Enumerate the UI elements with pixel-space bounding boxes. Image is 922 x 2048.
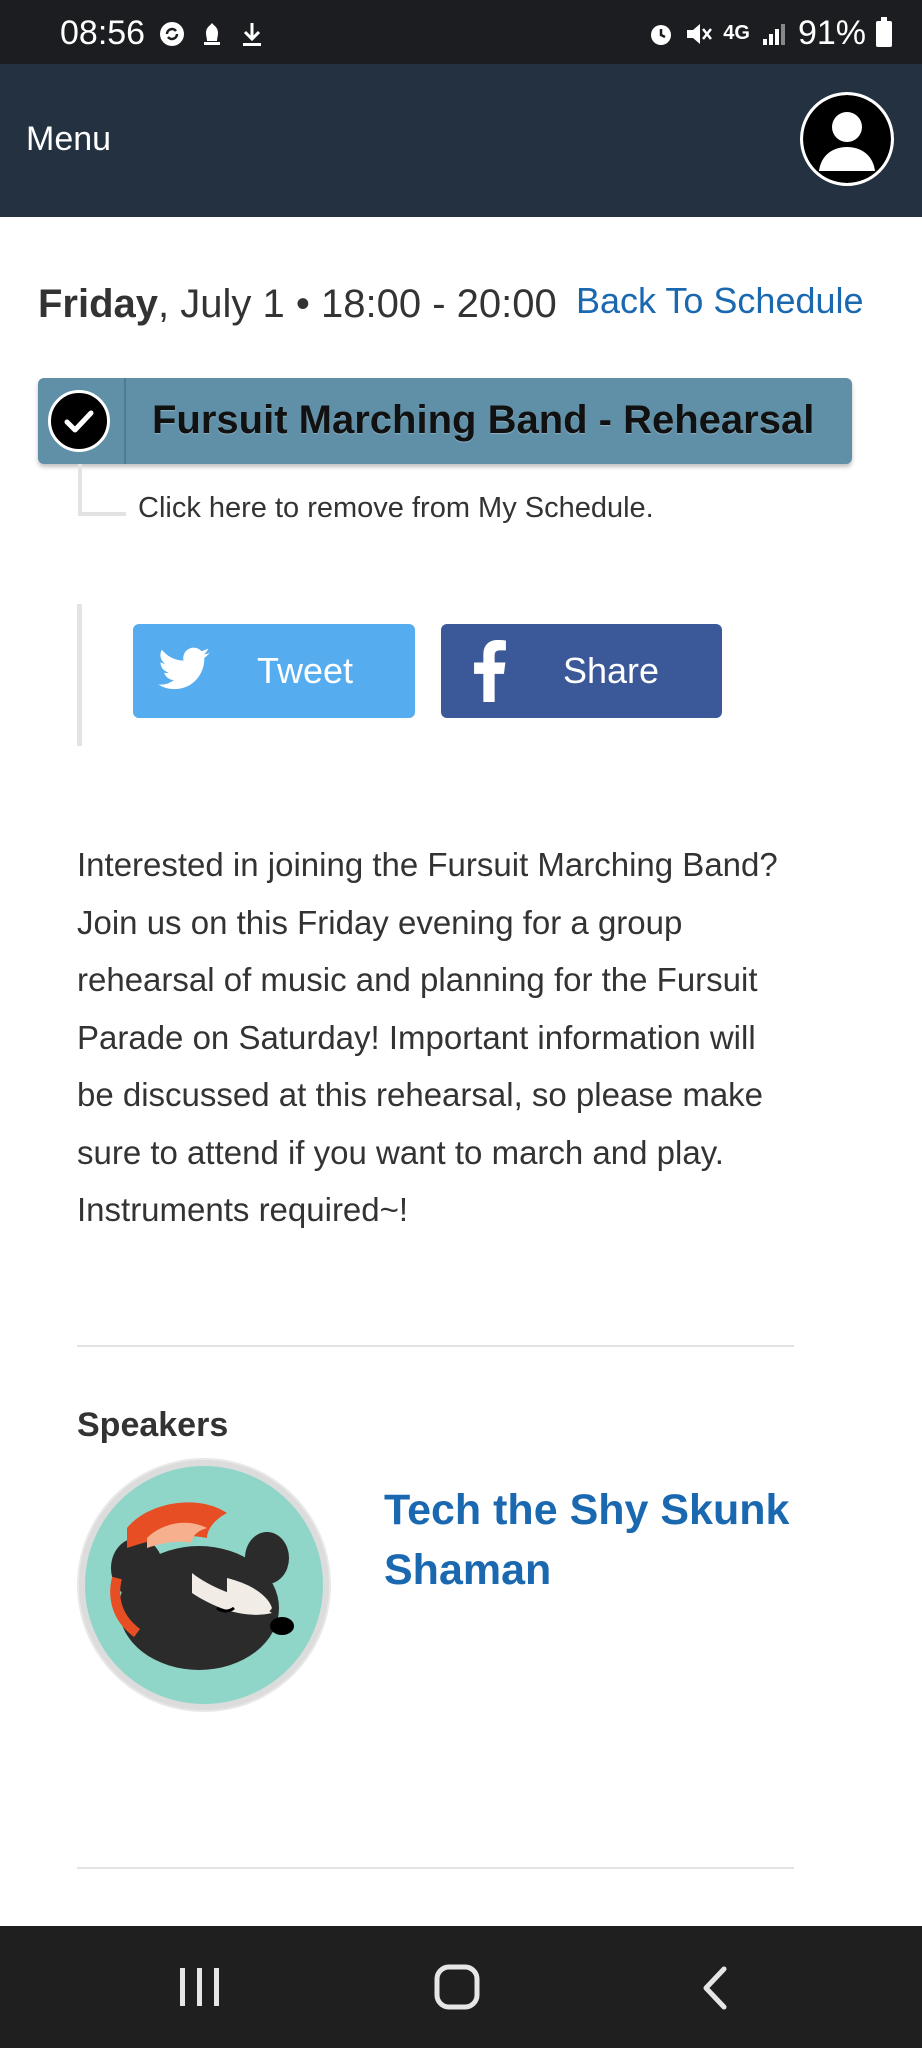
back-to-schedule-link[interactable]: Back To Schedule	[576, 280, 864, 322]
event-description: Interested in joining the Fursuit Marchi…	[77, 846, 778, 1228]
tweet-label: Tweet	[257, 650, 354, 691]
facebook-share-button[interactable]: Share	[441, 624, 722, 718]
speaker-avatar[interactable]	[77, 1458, 331, 1712]
remove-from-schedule-link[interactable]: Click here to remove from My Schedule.	[138, 492, 654, 525]
event-title-bar[interactable]: Fursuit Marching Band - Rehearsal	[38, 378, 852, 464]
notification-icon	[198, 20, 226, 48]
battery-percent: 91%	[797, 14, 866, 52]
status-time: 08:56	[60, 14, 146, 52]
check-icon	[48, 390, 110, 452]
system-nav-bar	[0, 1926, 922, 2048]
event-datetime: Friday, July 1 • 18:00 - 20:00	[38, 282, 557, 327]
event-title: Fursuit Marching Band - Rehearsal	[152, 398, 815, 442]
recents-icon[interactable]	[178, 1966, 222, 2008]
alarm-icon	[647, 20, 675, 48]
share-block-border	[77, 604, 82, 746]
twitter-icon	[158, 647, 210, 690]
user-silhouette-icon	[803, 95, 891, 183]
download-icon	[238, 20, 266, 48]
speakers-heading: Speakers	[77, 1406, 229, 1444]
divider	[77, 1867, 794, 1869]
top-nav: Menu	[0, 64, 922, 217]
user-avatar[interactable]	[800, 92, 894, 186]
tweet-button[interactable]: Tweet	[133, 624, 415, 718]
event-date-time: , July 1 • 18:00 - 20:00	[158, 282, 557, 326]
tree-connector	[78, 464, 126, 516]
home-icon[interactable]	[434, 1964, 480, 2010]
signal-icon	[760, 20, 788, 48]
share-label: Share	[563, 650, 660, 691]
divider	[77, 1345, 794, 1347]
battery-icon	[876, 16, 892, 47]
back-icon[interactable]	[700, 1966, 730, 2010]
status-left-icons	[158, 20, 266, 48]
network-type: 4G	[723, 22, 750, 44]
skunk-avatar-icon	[79, 1460, 329, 1710]
event-day: Friday	[38, 282, 159, 326]
mute-icon	[685, 20, 713, 48]
schedule-toggle[interactable]	[38, 378, 126, 464]
menu-button[interactable]: Menu	[26, 120, 111, 159]
speaker-name-link[interactable]: Tech the Shy Skunk Shaman	[384, 1480, 814, 1600]
status-bar: 08:56 4G 91%	[0, 0, 922, 64]
sync-icon	[158, 20, 186, 48]
facebook-icon	[474, 640, 506, 702]
status-right: 4G 91%	[647, 14, 892, 53]
